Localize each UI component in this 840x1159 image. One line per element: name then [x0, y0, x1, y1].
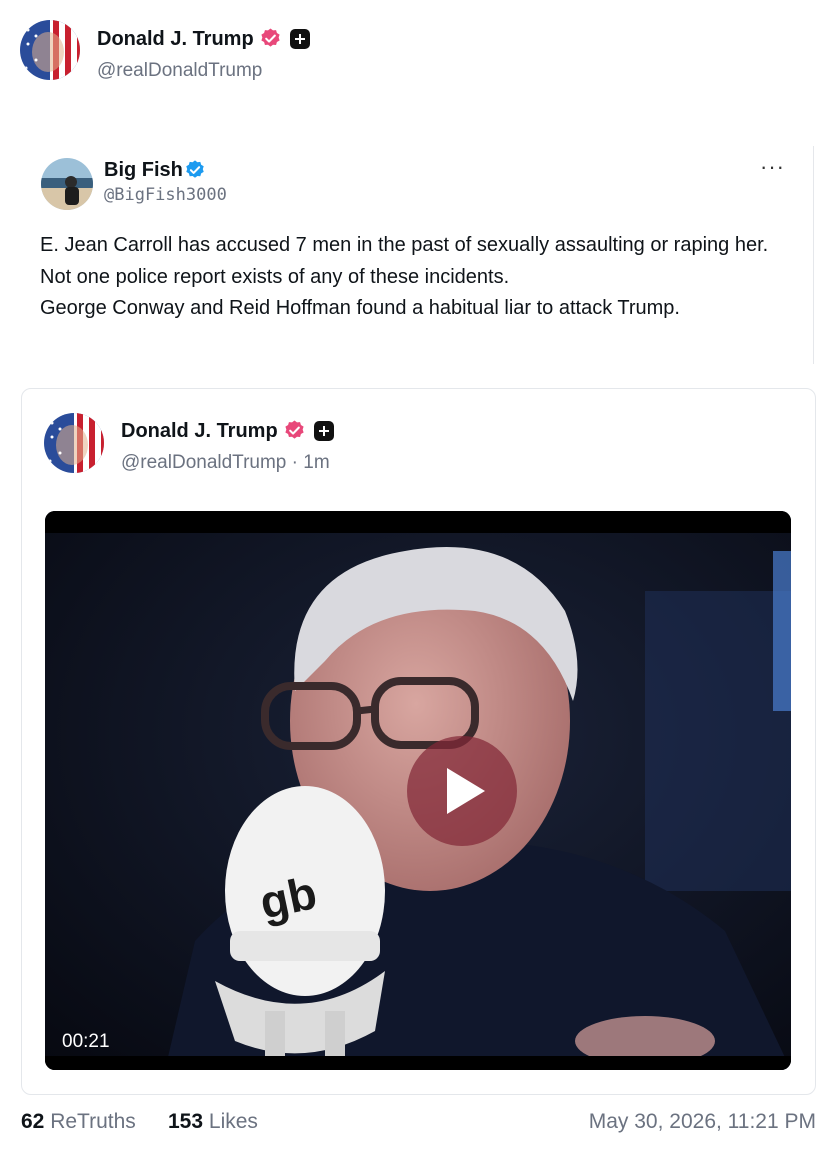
plus-badge-icon: [314, 421, 334, 441]
verified-badge-icon: [261, 28, 280, 47]
flag-portrait-image: [44, 413, 104, 473]
post-timestamp[interactable]: May 30, 2026, 11:21 PM: [589, 1110, 816, 1134]
beach-photo-image: [41, 158, 93, 210]
retruths-label: ReTruths: [50, 1110, 136, 1133]
more-dots-icon[interactable]: ···: [760, 154, 785, 180]
retruths-count: 62: [21, 1110, 45, 1133]
likes-count: 153: [168, 1110, 204, 1133]
author-avatar[interactable]: [20, 20, 80, 80]
quoted-author-avatar[interactable]: [44, 413, 104, 473]
plus-badge-icon: [290, 29, 310, 49]
retruths-stat[interactable]: 62 ReTruths: [21, 1110, 136, 1134]
quoted-author-name[interactable]: Donald J. Trump: [121, 420, 278, 443]
likes-stat[interactable]: 153 Likes: [168, 1110, 258, 1134]
embedded-author-handle[interactable]: @BigFish3000: [104, 185, 227, 205]
play-button[interactable]: [407, 736, 517, 846]
play-icon: [447, 768, 485, 814]
embedded-author-avatar[interactable]: [41, 158, 93, 210]
video-duration: 00:21: [62, 1031, 110, 1052]
embedded-tweet-text: E. Jean Carroll has accused 7 men in the…: [40, 230, 800, 325]
author-handle[interactable]: @realDonaldTrump: [97, 60, 262, 82]
tweet-text-line: E. Jean Carroll has accused 7 men in the…: [40, 234, 769, 256]
verified-badge-icon: [186, 160, 204, 178]
flag-portrait-image: [20, 20, 80, 80]
verified-badge-icon: [285, 420, 304, 439]
video-player[interactable]: gb 00:21: [45, 511, 791, 1070]
tweet-text-line: Not one police report exists of any of t…: [40, 265, 510, 288]
tweet-text-line: George Conway and Reid Hoffman found a h…: [40, 297, 680, 319]
quoted-author-handle[interactable]: @realDonaldTrump · 1m: [121, 452, 330, 474]
likes-label: Likes: [208, 1110, 258, 1133]
embedded-author-name[interactable]: Big Fish: [104, 159, 183, 182]
author-name[interactable]: Donald J. Trump: [97, 28, 254, 51]
embedded-tweet[interactable]: Big Fish @BigFish3000 ··· E. Jean Carrol…: [28, 146, 814, 364]
